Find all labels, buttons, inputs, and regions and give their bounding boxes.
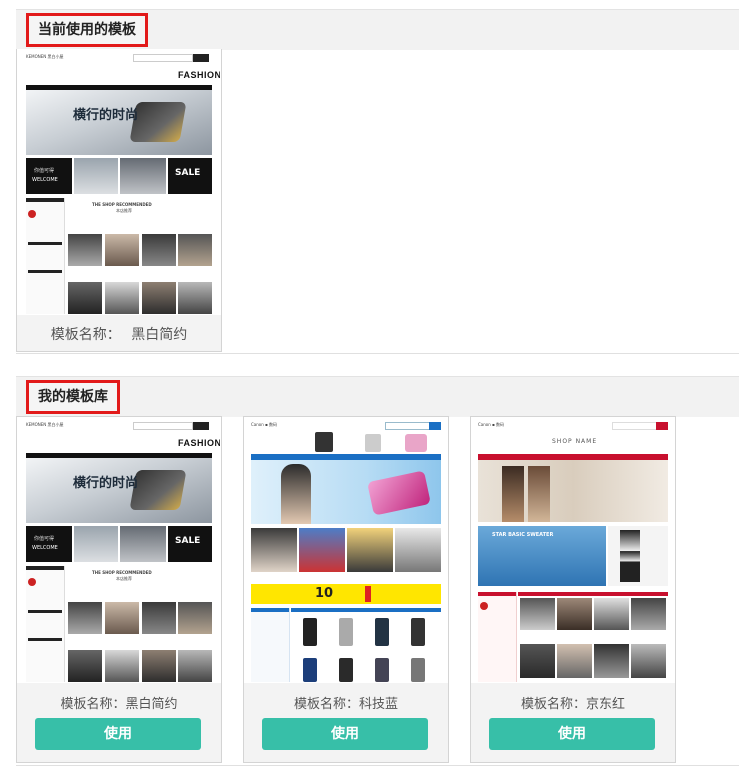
- thumb-welcome-en: WELCOME: [32, 545, 58, 551]
- library-card-blue-thumbnail: Canon ▪ 数码 10: [245, 418, 447, 682]
- library-card-blue-footer: 模板名称：科技蓝 使用: [244, 683, 448, 762]
- library-card-blue-name: 模板名称：科技蓝: [293, 697, 398, 712]
- thumb-recommend-en: THE SHOP RECOMMENDED: [92, 570, 152, 575]
- current-template-header: 当前使用的模板: [16, 9, 739, 50]
- library-card-red-footer: 模板名称：京东红 使用: [471, 683, 675, 762]
- thumb-sale: SALE: [175, 536, 201, 546]
- current-template-title: 当前使用的模板: [26, 13, 148, 47]
- thumb-welcome-cn: 你值可得: [34, 168, 55, 174]
- current-template-name: 模板名称： 黑白简约: [17, 324, 221, 344]
- library-card-red-thumbnail: Canon ▪ 数码 SHOP NAME STAR BASIC SWEATER: [472, 418, 674, 682]
- thumb-red-banner: STAR BASIC SWEATER: [492, 532, 554, 538]
- library-card-black: KEMONEN 黑白小屋 FASHION 横行的时尚 你值可得 WELCOME …: [16, 416, 222, 763]
- current-template-thumbnail: KEMONEN 黑白小屋 FASHION 横行的时尚 你值可得 WELCOME …: [18, 50, 220, 314]
- current-template-footer: 模板名称： 黑白简约: [17, 315, 221, 351]
- library-card-black-name: 模板名称：黑白简约: [60, 697, 178, 712]
- library-card-red-name: 模板名称：京东红: [520, 697, 625, 712]
- section-divider: [16, 353, 739, 354]
- current-template-name-value: 黑白简约: [131, 327, 188, 343]
- thumb-logo: FASHION: [178, 438, 220, 448]
- bottom-divider: [16, 765, 739, 766]
- thumb-recommend-cn: 本店推荐: [116, 576, 132, 581]
- thumb-recommend-en: THE SHOP RECOMMENDED: [92, 202, 152, 207]
- thumb-shop-logo: SHOP NAME: [552, 438, 598, 445]
- thumb-shop-name: KEMONEN 黑白小屋: [26, 422, 64, 427]
- thumb-welcome-cn: 你值可得: [34, 536, 55, 542]
- library-title: 我的模板库: [26, 380, 120, 414]
- use-template-button[interactable]: 使用: [489, 718, 655, 750]
- thumb-recommend-cn: 本店推荐: [116, 208, 132, 213]
- library-card-black-footer: 模板名称：黑白简约 使用: [17, 683, 221, 762]
- thumb-deal-number: 10: [315, 586, 334, 601]
- library-card-blue: Canon ▪ 数码 10 模板名称：科技蓝 使用: [243, 416, 449, 763]
- thumb-banner-title: 横行的时尚: [73, 476, 139, 491]
- thumb-shop-name: KEMONEN 黑白小屋: [26, 54, 64, 59]
- current-template-card: KEMONEN 黑白小屋 FASHION 横行的时尚 你值可得 WELCOME …: [16, 49, 222, 352]
- thumb-welcome-en: WELCOME: [32, 177, 58, 183]
- use-template-button[interactable]: 使用: [35, 718, 201, 750]
- thumb-sale: SALE: [175, 168, 201, 178]
- thumb-logo: FASHION: [178, 70, 220, 80]
- library-card-black-thumbnail: KEMONEN 黑白小屋 FASHION 横行的时尚 你值可得 WELCOME …: [18, 418, 220, 682]
- use-template-button[interactable]: 使用: [262, 718, 428, 750]
- current-template-name-label: 模板名称：: [50, 327, 121, 343]
- thumb-banner-title: 横行的时尚: [73, 108, 139, 123]
- library-header: 我的模板库: [16, 376, 739, 417]
- library-card-red: Canon ▪ 数码 SHOP NAME STAR BASIC SWEATER …: [470, 416, 676, 763]
